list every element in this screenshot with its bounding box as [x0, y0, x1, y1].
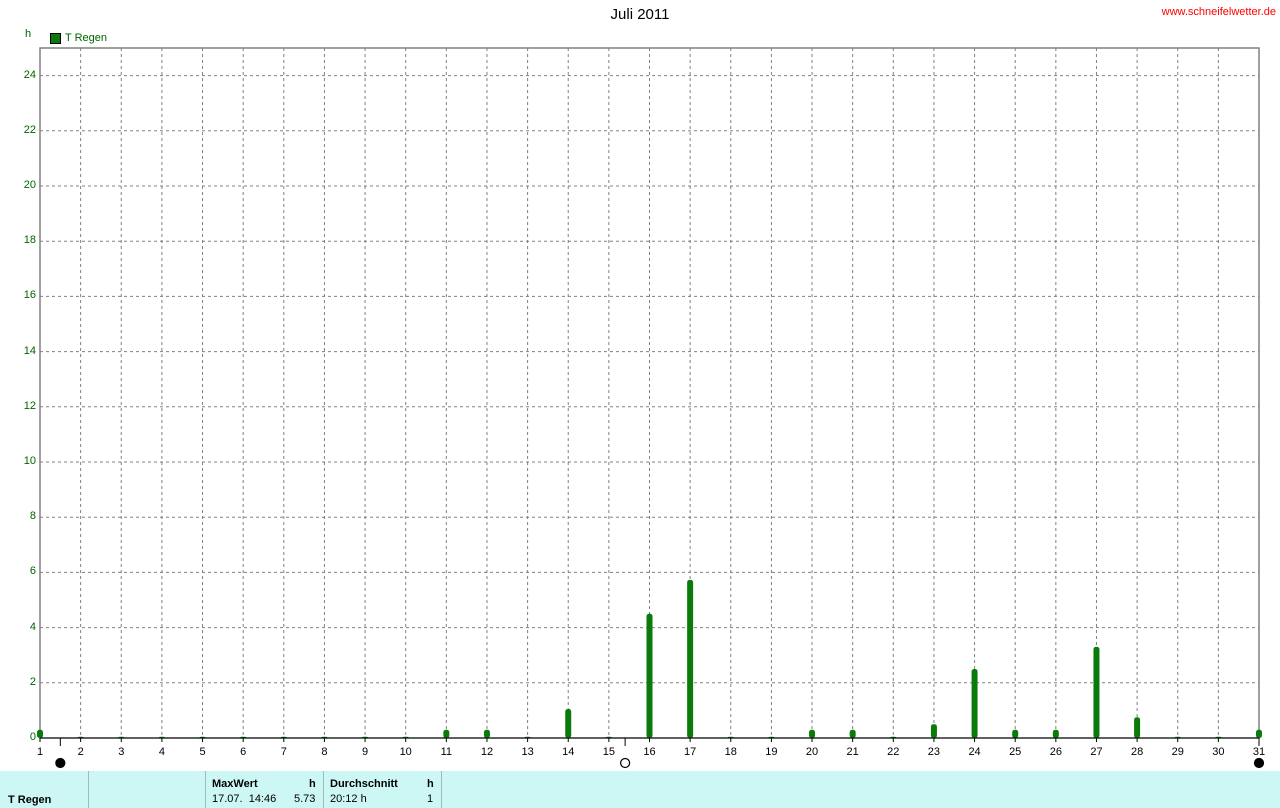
bar-day-25 — [1012, 729, 1019, 738]
x-tick-label: 21 — [846, 746, 859, 758]
footer-max-value: 5.73 — [294, 793, 316, 805]
footer-max-cell: MaxWert h 17.07. 14:46 5.73 — [205, 771, 324, 808]
bar-day-23 — [930, 724, 937, 738]
y-tick-label: 6 — [29, 565, 36, 578]
footer-avg-unit: h — [427, 778, 434, 790]
footer-series-label: T Regen — [8, 794, 52, 806]
x-tick-label: 15 — [602, 746, 615, 758]
y-tick-label: 8 — [29, 510, 36, 523]
x-tick-label: 2 — [77, 746, 84, 758]
y-tick-label: 0 — [29, 731, 36, 743]
bar-day-27 — [1093, 646, 1100, 738]
y-tick-label: 4 — [29, 620, 36, 633]
x-tick-label: 24 — [968, 746, 981, 758]
bar-day-24 — [971, 669, 978, 738]
y-tick-label: 2 — [29, 675, 36, 688]
footer-max-time: 17.07. 14:46 — [212, 793, 277, 805]
x-tick-label: 26 — [1049, 746, 1062, 758]
y-tick-label: 18 — [23, 234, 36, 247]
y-axis-unit: h — [25, 28, 32, 40]
site-link[interactable]: www.schneifelwetter.de — [1162, 6, 1276, 18]
x-tick-label: 17 — [684, 746, 697, 758]
footer-avg-value: 1 — [427, 793, 434, 805]
bar-day-12 — [483, 729, 490, 738]
x-tick-label: 9 — [362, 746, 369, 758]
bar-day-11 — [443, 729, 450, 738]
footer-max-header: MaxWert — [212, 778, 258, 790]
footer-avg-header: Durchschnitt — [330, 778, 398, 790]
x-tick-label: 8 — [321, 746, 328, 758]
footer-avg-time: 20:12 h — [330, 793, 367, 805]
bar-day-16 — [646, 613, 653, 738]
y-tick-label: 24 — [23, 68, 36, 81]
summary-bar: T Regen MaxWert h 17.07. 14:46 5.73 Durc… — [0, 771, 1280, 808]
x-tick-label: 25 — [1009, 746, 1022, 758]
x-tick-label: 1 — [36, 746, 44, 758]
footer-series-cell: T Regen — [0, 771, 89, 808]
y-tick-label: 12 — [23, 399, 36, 412]
x-tick-label: 30 — [1212, 746, 1225, 758]
x-tick-label: 7 — [280, 746, 287, 758]
x-tick-label: 19 — [765, 746, 778, 758]
x-tick-label: 29 — [1171, 746, 1184, 758]
y-tick-label: 22 — [23, 123, 36, 136]
footer-avg-cell: Durchschnitt h 20:12 h 1 — [323, 771, 442, 808]
bar-day-21 — [849, 729, 856, 738]
bar-day-20 — [809, 729, 816, 738]
bar-day-26 — [1052, 729, 1059, 738]
x-tick-label: 16 — [643, 746, 656, 758]
x-tick-label: 12 — [480, 746, 494, 758]
new-moon-icon — [55, 757, 66, 769]
chart-canvas — [37, 47, 1265, 769]
y-tick-label: 20 — [23, 179, 36, 191]
x-tick-label: 14 — [562, 746, 575, 758]
x-tick-label: 13 — [521, 746, 534, 758]
legend-swatch — [50, 32, 61, 44]
y-tick-label: 16 — [23, 289, 36, 302]
x-tick-label: 22 — [887, 746, 900, 758]
bar-day-14 — [565, 709, 572, 738]
legend-label: T Regen — [65, 32, 107, 44]
bar-day-28 — [1134, 717, 1141, 738]
x-tick-label: 31 — [1252, 746, 1266, 758]
x-tick-label: 23 — [927, 746, 941, 758]
x-tick-label: 11 — [440, 746, 453, 758]
x-tick-label: 5 — [199, 746, 206, 758]
bar-day-17 — [687, 579, 694, 738]
x-tick-label: 18 — [724, 746, 737, 758]
new-moon-icon — [1253, 757, 1265, 769]
footer-max-unit: h — [309, 778, 316, 790]
y-tick-label: 14 — [23, 344, 36, 357]
full-moon-icon — [620, 757, 631, 769]
bar-day-31 — [1256, 729, 1262, 738]
x-tick-label: 6 — [240, 746, 247, 758]
x-tick-label: 4 — [158, 746, 165, 758]
bar-day-1 — [37, 729, 43, 738]
x-tick-label: 28 — [1130, 746, 1144, 758]
y-tick-label: 10 — [23, 455, 36, 467]
chart-title: Juli 2011 — [610, 6, 670, 23]
x-tick-label: 27 — [1090, 746, 1103, 758]
footer-empty-cell — [88, 771, 206, 808]
x-tick-label: 10 — [399, 746, 412, 758]
x-tick-label: 3 — [118, 746, 125, 758]
legend: T Regen — [50, 32, 107, 44]
x-tick-label: 20 — [805, 746, 819, 758]
